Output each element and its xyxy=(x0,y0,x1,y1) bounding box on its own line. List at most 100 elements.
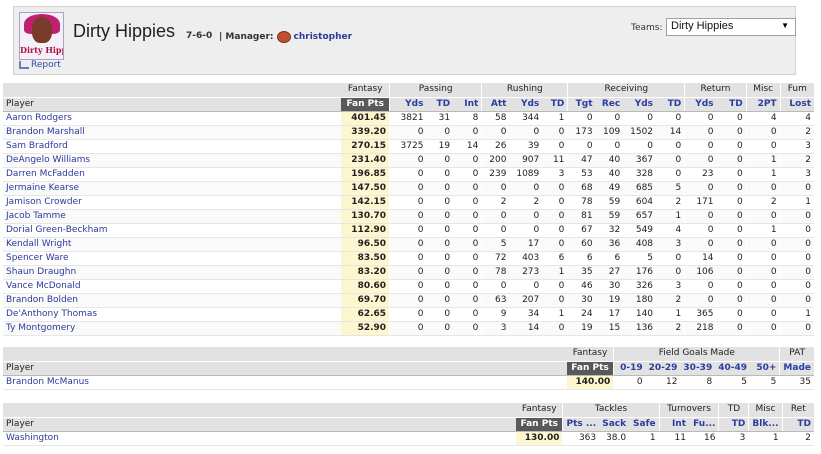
player-name-link[interactable]: DeAngelo Williams xyxy=(3,153,342,168)
stat-cell: 3 xyxy=(779,167,814,182)
player-name-link[interactable]: Brandon Marshall xyxy=(3,125,342,140)
column-header-fan-pts[interactable]: Fan Pts xyxy=(566,361,614,376)
player-name-link[interactable]: Sam Bradford xyxy=(3,139,342,154)
manager-name-link[interactable]: christopher xyxy=(294,32,353,42)
stat-cell: 1 xyxy=(745,167,781,182)
player-name-link[interactable]: Ty Montgomery xyxy=(3,321,342,336)
column-header-rec-yds[interactable]: Yds xyxy=(623,97,657,112)
stat-cell: 0 xyxy=(542,195,568,210)
player-name-link[interactable]: Darren McFadden xyxy=(3,167,342,182)
stat-cell: 0 xyxy=(745,307,781,322)
stat-cell: 0 xyxy=(389,181,427,196)
stat-cell: 40 xyxy=(595,153,624,168)
stat-cell: 58 xyxy=(481,111,510,126)
column-header-int[interactable]: Int xyxy=(658,417,689,432)
stat-cell: 0 xyxy=(389,265,427,280)
stat-cell: 0 xyxy=(542,279,568,294)
stat-cell: 14 xyxy=(684,251,717,266)
player-name-link[interactable]: Shaun Draughn xyxy=(3,265,342,280)
stat-cell: 0 xyxy=(426,125,454,140)
stat-cell: 8 xyxy=(680,375,716,390)
column-header-pass-td[interactable]: TD xyxy=(426,97,454,112)
stat-cell: 685 xyxy=(623,181,657,196)
column-header-fum-lost[interactable]: Lost xyxy=(779,97,814,112)
stat-cell: 0 xyxy=(542,237,568,252)
column-header-rush-att[interactable]: Att xyxy=(481,97,510,112)
stat-cell: 11 xyxy=(542,153,568,168)
stat-cell: 81 xyxy=(567,209,596,224)
column-header-rec-tgt[interactable]: Tgt xyxy=(567,97,596,112)
column-header-misc-2pt[interactable]: 2PT xyxy=(745,97,781,112)
player-name-link[interactable]: Dorial Green-Beckham xyxy=(3,223,342,238)
stat-cell: 0 xyxy=(426,167,454,182)
column-header-ret-td[interactable]: TD xyxy=(716,97,747,112)
column-header-td[interactable]: TD xyxy=(718,417,749,432)
column-header-player[interactable]: Player xyxy=(3,417,517,432)
stat-cell: 14 xyxy=(656,125,685,140)
stat-cell: 0 xyxy=(509,223,543,238)
team-header: Dirty Hippie Report Dirty Hippies 7-6-0 … xyxy=(13,6,796,75)
group-header-tackles: Tackles xyxy=(562,403,660,418)
column-header-fg-40-49[interactable]: 40-49 xyxy=(715,361,751,376)
column-header-fg-50-plus[interactable]: 50+ xyxy=(750,361,780,376)
column-header-rec-td[interactable]: TD xyxy=(656,97,685,112)
stat-cell: 0 xyxy=(623,111,657,126)
player-name-link[interactable]: Spencer Ware xyxy=(3,251,342,266)
player-name-link[interactable]: Kendall Wright xyxy=(3,237,342,252)
stat-cell: 0 xyxy=(716,223,747,238)
teams-select[interactable]: Dirty Hippies ▼ xyxy=(666,18,796,36)
player-name-link[interactable]: De'Anthony Thomas xyxy=(3,307,342,322)
player-name-link[interactable]: Aaron Rodgers xyxy=(3,111,342,126)
column-header-pat-made[interactable]: Made xyxy=(779,361,814,376)
column-header-fg-20-29[interactable]: 20-29 xyxy=(645,361,681,376)
column-header-fan-pts[interactable]: Fan Pts xyxy=(341,97,390,112)
stat-cell: 3725 xyxy=(389,139,427,154)
table-row: Brandon Bolden 69.70 0 0 0 63 207 0 30 19 180 2 0 0 0 0 xyxy=(3,293,814,308)
manager-avatar xyxy=(276,31,291,43)
column-header-player[interactable]: Player xyxy=(3,97,342,112)
column-header-pts-allowed[interactable]: Pts ... xyxy=(562,417,600,432)
fantasy-points-cell: 196.85 xyxy=(341,167,390,182)
stat-cell: 1 xyxy=(748,431,783,446)
stat-cell: 0 xyxy=(684,279,717,294)
column-header-rec-rec[interactable]: Rec xyxy=(595,97,624,112)
stat-cell: 0 xyxy=(613,375,646,390)
stat-cell: 9 xyxy=(481,307,510,322)
stat-cell: 0 xyxy=(509,125,543,140)
player-name-link[interactable]: Washington xyxy=(3,431,517,446)
fantasy-points-cell: 140.00 xyxy=(566,375,614,390)
column-header-blk[interactable]: Blk... xyxy=(748,417,783,432)
report-link[interactable]: Report xyxy=(19,60,61,70)
player-name-link[interactable]: Brandon Bolden xyxy=(3,293,342,308)
stat-cell: 0 xyxy=(389,307,427,322)
stat-cell: 0 xyxy=(426,307,454,322)
column-header-safe[interactable]: Safe xyxy=(629,417,660,432)
column-header-rush-td[interactable]: TD xyxy=(542,97,568,112)
stat-cell: 408 xyxy=(623,237,657,252)
stat-cell: 0 xyxy=(453,321,482,336)
stat-cell: 0 xyxy=(453,167,482,182)
stat-cell: 0 xyxy=(779,293,814,308)
stat-cell: 0 xyxy=(389,251,427,266)
column-header-pass-int[interactable]: Int xyxy=(453,97,482,112)
player-name-link[interactable]: Jacob Tamme xyxy=(3,209,342,224)
column-header-sack[interactable]: Sack xyxy=(599,417,630,432)
stat-cell: 328 xyxy=(623,167,657,182)
player-name-link[interactable]: Brandon McManus xyxy=(3,375,567,390)
table-row: Kendall Wright 96.50 0 0 0 5 17 0 60 36 408 3 0 0 0 0 xyxy=(3,237,814,252)
player-name-link[interactable]: Vance McDonald xyxy=(3,279,342,294)
player-name-link[interactable]: Jermaine Kearse xyxy=(3,181,342,196)
group-header-fantasy: Fantasy xyxy=(341,83,390,98)
column-header-fum[interactable]: Fu... xyxy=(689,417,719,432)
column-header-fg-0-19[interactable]: 0-19 xyxy=(613,361,646,376)
column-header-player[interactable]: Player xyxy=(3,361,567,376)
column-header-ret-td[interactable]: TD xyxy=(781,417,814,432)
column-header-rush-yds[interactable]: Yds xyxy=(509,97,543,112)
stat-cell: 0 xyxy=(716,195,747,210)
column-header-fan-pts[interactable]: Fan Pts xyxy=(516,417,563,432)
column-header-pass-yds[interactable]: Yds xyxy=(389,97,427,112)
column-header-fg-30-39[interactable]: 30-39 xyxy=(680,361,716,376)
column-header-ret-yds[interactable]: Yds xyxy=(684,97,717,112)
stat-cell: 0 xyxy=(745,237,781,252)
player-name-link[interactable]: Jamison Crowder xyxy=(3,195,342,210)
